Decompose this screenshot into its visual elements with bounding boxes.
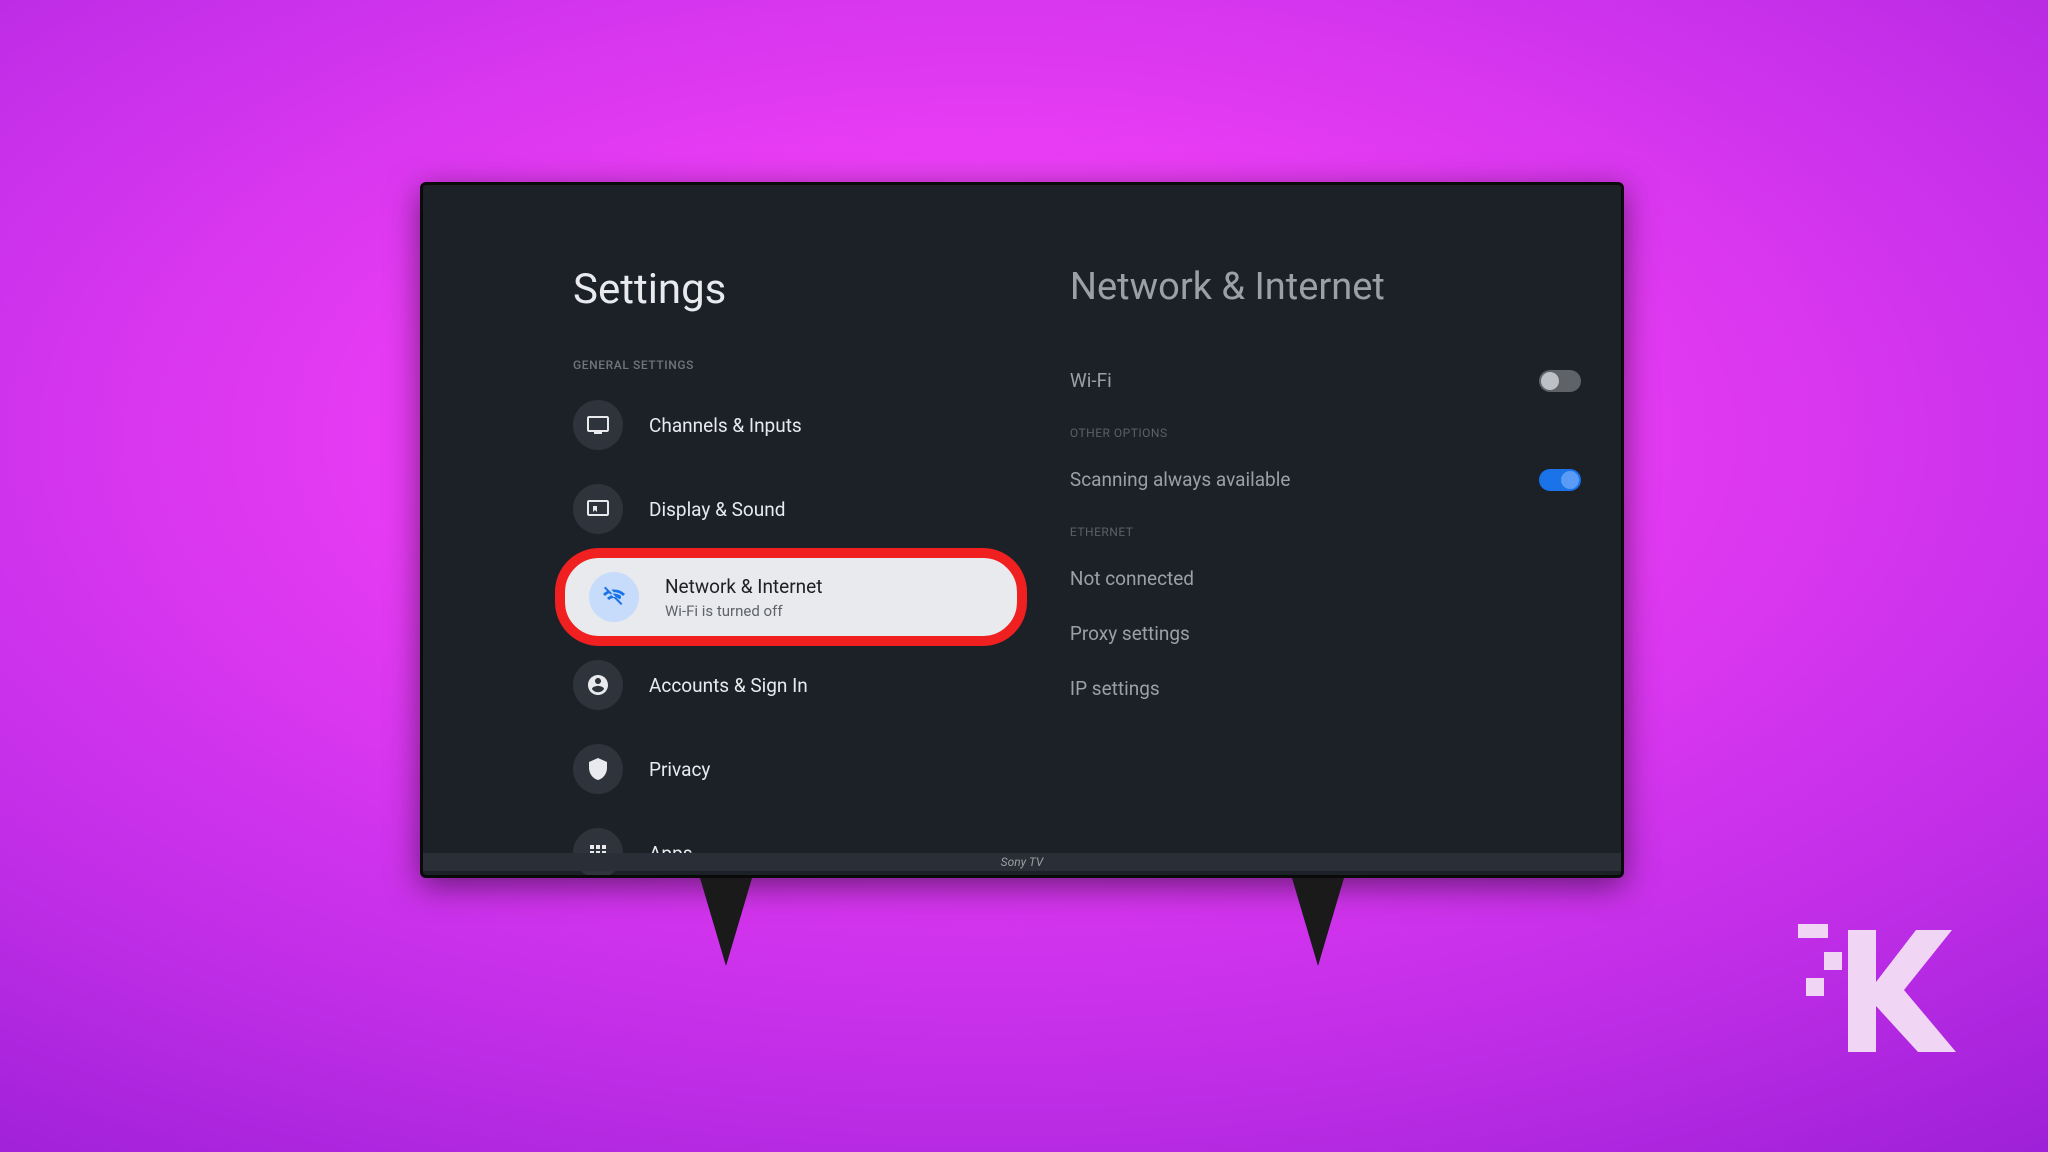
settings-item-label: Privacy	[649, 758, 710, 781]
settings-panel: Settings GENERAL SETTINGS Channels & Inp…	[423, 185, 1070, 875]
wifi-toggle[interactable]	[1539, 370, 1581, 392]
proxy-settings-row[interactable]: Proxy settings	[1070, 612, 1581, 655]
settings-item-display[interactable]: Display & Sound	[573, 474, 1070, 544]
settings-item-label: Display & Sound	[649, 498, 785, 521]
ip-label: IP settings	[1070, 677, 1160, 700]
settings-item-label: Channels & Inputs	[649, 414, 802, 437]
scanning-toggle[interactable]	[1539, 469, 1581, 491]
display-sound-icon	[573, 484, 623, 534]
ethernet-header: ETHERNET	[1070, 525, 1581, 539]
settings-item-label: Network & Internet	[665, 575, 822, 598]
tv-frame: Settings GENERAL SETTINGS Channels & Inp…	[420, 182, 1624, 878]
wifi-row[interactable]: Wi-Fi	[1070, 359, 1581, 402]
other-options-header: OTHER OPTIONS	[1070, 426, 1581, 440]
tv-caption: Sony TV	[423, 853, 1621, 871]
account-icon	[573, 660, 623, 710]
settings-item-network[interactable]: Network & Internet Wi-Fi is turned off	[565, 558, 1017, 636]
settings-item-channels[interactable]: Channels & Inputs	[573, 390, 1070, 460]
channels-icon	[573, 400, 623, 450]
general-settings-header: GENERAL SETTINGS	[573, 358, 1070, 372]
settings-list: Channels & Inputs Display & Sound Networ…	[573, 390, 1070, 878]
detail-panel: Network & Internet Wi-Fi OTHER OPTIONS S…	[1070, 185, 1621, 875]
shield-icon	[573, 744, 623, 794]
scanning-label: Scanning always available	[1070, 468, 1291, 491]
settings-item-label: Accounts & Sign In	[649, 674, 808, 697]
detail-title: Network & Internet	[1070, 265, 1581, 309]
ethernet-status-row[interactable]: Not connected	[1070, 557, 1581, 600]
wifi-off-icon	[589, 572, 639, 622]
page-title: Settings	[573, 265, 1070, 314]
tv-stand	[420, 878, 1624, 978]
settings-item-subtitle: Wi-Fi is turned off	[665, 602, 822, 620]
proxy-label: Proxy settings	[1070, 622, 1190, 645]
settings-item-privacy[interactable]: Privacy	[573, 734, 1070, 804]
ethernet-status: Not connected	[1070, 567, 1194, 590]
wifi-label: Wi-Fi	[1070, 369, 1112, 392]
scanning-row[interactable]: Scanning always available	[1070, 458, 1581, 501]
tv-screen: Settings GENERAL SETTINGS Channels & Inp…	[420, 182, 1624, 878]
k-logo-icon	[1788, 912, 1958, 1062]
settings-item-accounts[interactable]: Accounts & Sign In	[573, 650, 1070, 720]
ip-settings-row[interactable]: IP settings	[1070, 667, 1581, 710]
